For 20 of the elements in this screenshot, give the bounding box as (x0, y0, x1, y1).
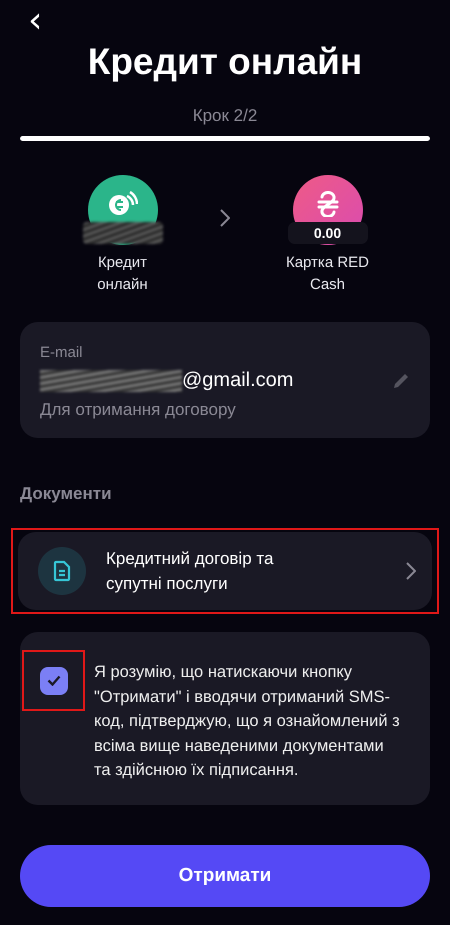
hryvnia-icon (316, 191, 338, 217)
document-icon (38, 547, 86, 595)
document-item[interactable]: Кредитний договір та супутні послуги (18, 532, 432, 610)
back-button[interactable]: ‹ (22, 6, 48, 36)
chevron-right-icon (406, 562, 416, 580)
coin-icon (108, 191, 138, 217)
consent-text: Я розумію, що натискаючи кнопку "Отримати" і вводячи отриманий SMS-код, підтверджую, що я ознайомлений з всіма вище наведеними документами та здійснюю їх підписання. (94, 662, 401, 781)
field-label: E-mail (40, 344, 84, 361)
checkbox[interactable] (40, 666, 68, 694)
field-hint: Для отримання договору (40, 400, 237, 420)
account-name: Кредит онлайн (96, 253, 149, 295)
account-name: Картка RED Cash (284, 253, 370, 295)
chevron-right-icon (220, 208, 230, 226)
submit-button[interactable]: Отримати (20, 844, 430, 906)
check-icon (46, 675, 60, 686)
step-label: Крок 2/2 (192, 106, 258, 126)
page-title: Кредит онлайн (86, 40, 364, 84)
balance-label: 0.00 (288, 222, 368, 244)
email-value: @gmail.com (182, 369, 294, 392)
section-title: Документи (20, 484, 113, 504)
